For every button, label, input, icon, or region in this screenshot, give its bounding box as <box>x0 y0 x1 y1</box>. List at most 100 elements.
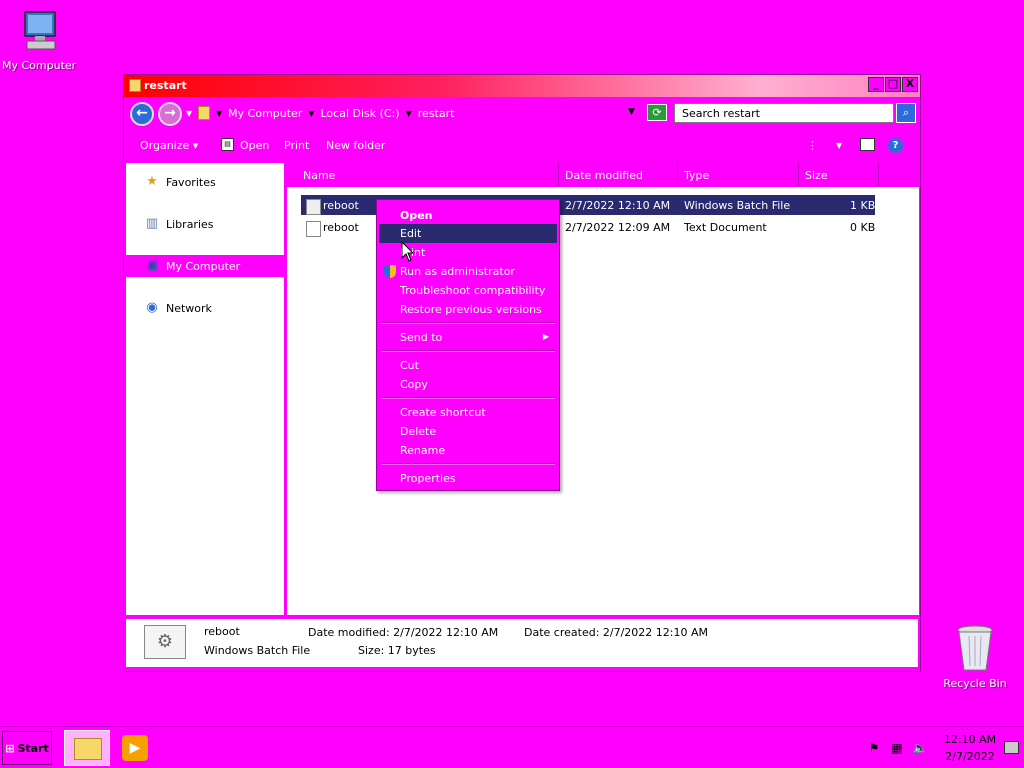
menu-item-run-as-administrator[interactable]: Run as administrator <box>379 262 557 281</box>
file-type: Text Document <box>684 221 767 234</box>
breadcrumb[interactable]: ▼ My Computer ▼ Local Disk (C:) ▼ restar… <box>198 102 678 124</box>
text-file-icon <box>306 221 321 237</box>
recent-pages-dropdown[interactable]: ▼ <box>186 109 192 118</box>
nav-item-label: Favorites <box>166 175 216 189</box>
new-folder-button[interactable]: New folder <box>326 139 385 152</box>
preview-pane-icon[interactable] <box>860 138 875 151</box>
views-icon[interactable]: ⋮ <box>807 139 818 152</box>
nav-item-label: My Computer <box>166 259 241 273</box>
menu-item-cut[interactable]: Cut <box>379 356 557 375</box>
file-size: 0 KB <box>850 221 876 234</box>
search-icon[interactable]: ⌕ <box>896 103 916 123</box>
details-type: Windows Batch File <box>204 644 311 657</box>
close-button[interactable]: X <box>902 77 918 92</box>
shield-icon <box>384 265 396 278</box>
file-date: 2/7/2022 12:10 AM <box>565 199 671 212</box>
taskbar-media-player-button[interactable]: ▶ <box>122 735 148 761</box>
nav-item-label: Libraries <box>166 217 214 231</box>
address-bar: ← → ▼ ▼ My Computer ▼ Local Disk (C:) ▼ … <box>124 99 920 127</box>
title-bar[interactable]: restart _ □ X <box>124 75 920 97</box>
computer-icon: ▣ <box>145 258 159 273</box>
batch-file-icon: ⚙ <box>144 625 186 659</box>
forward-button[interactable]: → <box>158 102 182 126</box>
nav-item-network[interactable]: ◉ Network <box>126 297 284 319</box>
column-header-date-modified[interactable]: Date modified <box>559 163 678 187</box>
navigation-pane: ★ Favorites ▥ Libraries ▣ My Computer ◉ … <box>126 163 284 615</box>
nav-item-favorites[interactable]: ★ Favorites <box>126 171 284 193</box>
organize-button[interactable]: Organize ▾ <box>140 139 198 152</box>
file-name: reboot <box>323 221 359 234</box>
address-history-dropdown[interactable]: ▼ <box>628 107 635 117</box>
chevron-down-icon[interactable]: ▼ <box>308 109 314 118</box>
nav-item-label: Network <box>166 301 212 315</box>
network-icon: ◉ <box>146 300 158 315</box>
file-size: 1 KB <box>850 199 876 212</box>
menu-item-troubleshoot-compatibility[interactable]: Troubleshoot compatibility <box>379 281 557 300</box>
command-bar: Organize ▾ ▤ Open Print New folder ⋮ ▼ ? <box>124 133 920 161</box>
desktop-my-computer[interactable]: My Computer <box>2 8 76 72</box>
nav-item-libraries[interactable]: ▥ Libraries <box>126 213 284 235</box>
menu-item-properties[interactable]: Properties <box>379 469 557 488</box>
column-header-name[interactable]: Name <box>287 163 559 187</box>
batch-file-icon <box>306 199 321 215</box>
refresh-button[interactable]: ⟳ <box>647 104 667 121</box>
menu-item-create-shortcut[interactable]: Create shortcut <box>379 403 557 422</box>
menu-item-open[interactable]: Open <box>379 206 557 225</box>
chevron-down-icon[interactable]: ▼ <box>406 109 412 118</box>
desktop-recycle-bin-label: Recycle Bin <box>943 677 1007 690</box>
taskbar-explorer-button[interactable] <box>64 730 110 766</box>
minimize-button[interactable]: _ <box>868 77 884 92</box>
menu-item-delete[interactable]: Delete <box>379 422 557 441</box>
menu-separator <box>381 397 555 399</box>
column-header-type[interactable]: Type <box>678 163 799 187</box>
computer-icon <box>24 11 56 50</box>
breadcrumb-my-computer[interactable]: My Computer <box>228 107 302 120</box>
window-title: restart <box>144 79 187 92</box>
desktop-my-computer-label: My Computer <box>2 59 77 72</box>
details-date-created: Date created: 2/7/2022 12:10 AM <box>524 626 709 639</box>
file-type: Windows Batch File <box>684 199 791 212</box>
menu-item-rename[interactable]: Rename <box>379 441 557 460</box>
desktop-recycle-bin[interactable]: Recycle Bin <box>940 624 1010 690</box>
file-name: reboot <box>323 199 359 212</box>
organize-label: Organize <box>140 139 190 152</box>
details-pane: ⚙ reboot Windows Batch File Date modifie… <box>126 619 918 667</box>
menu-item-send-to[interactable]: Send to ▶ <box>379 328 557 347</box>
show-desktop-button[interactable] <box>1004 741 1019 754</box>
column-headers: Name Date modified Type Size <box>287 163 919 187</box>
breadcrumb-restart[interactable]: restart <box>418 107 455 120</box>
column-header-size[interactable]: Size <box>799 163 879 187</box>
chevron-right-icon: ▶ <box>542 332 549 341</box>
menu-separator <box>381 463 555 465</box>
menu-separator <box>381 322 555 324</box>
menu-item-copy[interactable]: Copy <box>379 375 557 394</box>
network-tray-icon[interactable]: ▦ <box>889 740 905 756</box>
volume-icon[interactable]: 🔈 <box>912 740 928 756</box>
details-name: reboot <box>204 625 240 638</box>
folder-icon <box>129 79 141 92</box>
clock-date[interactable]: 2/7/2022 <box>940 750 1000 763</box>
details-size: Size: 17 bytes <box>358 644 436 657</box>
folder-icon <box>74 738 102 760</box>
start-label: Start <box>17 741 49 755</box>
menu-item-label: Run as administrator <box>400 265 515 278</box>
open-button[interactable]: Open <box>240 139 269 152</box>
print-button[interactable]: Print <box>284 139 309 152</box>
nav-item-my-computer[interactable]: ▣ My Computer <box>126 255 284 277</box>
menu-item-label: Send to <box>400 331 443 344</box>
chevron-down-icon[interactable]: ▼ <box>216 109 222 118</box>
views-dropdown[interactable]: ▼ <box>836 141 842 150</box>
search-input[interactable]: Search restart <box>674 103 894 123</box>
windows-logo-icon: ⊞ <box>5 741 15 755</box>
breadcrumb-local-disk[interactable]: Local Disk (C:) <box>321 107 400 120</box>
clock-time[interactable]: 12:10 AM <box>940 733 1000 746</box>
start-button[interactable]: ⊞ Start <box>2 731 52 765</box>
back-button[interactable]: ← <box>130 102 154 126</box>
maximize-button[interactable]: □ <box>885 77 901 92</box>
recycle-bin-icon <box>957 625 993 671</box>
action-center-flag-icon[interactable]: ⚑ <box>866 740 882 756</box>
menu-item-restore-previous-versions[interactable]: Restore previous versions <box>379 300 557 319</box>
file-date: 2/7/2022 12:09 AM <box>565 221 671 234</box>
mouse-cursor-icon <box>401 241 415 262</box>
help-icon[interactable]: ? <box>888 138 903 153</box>
